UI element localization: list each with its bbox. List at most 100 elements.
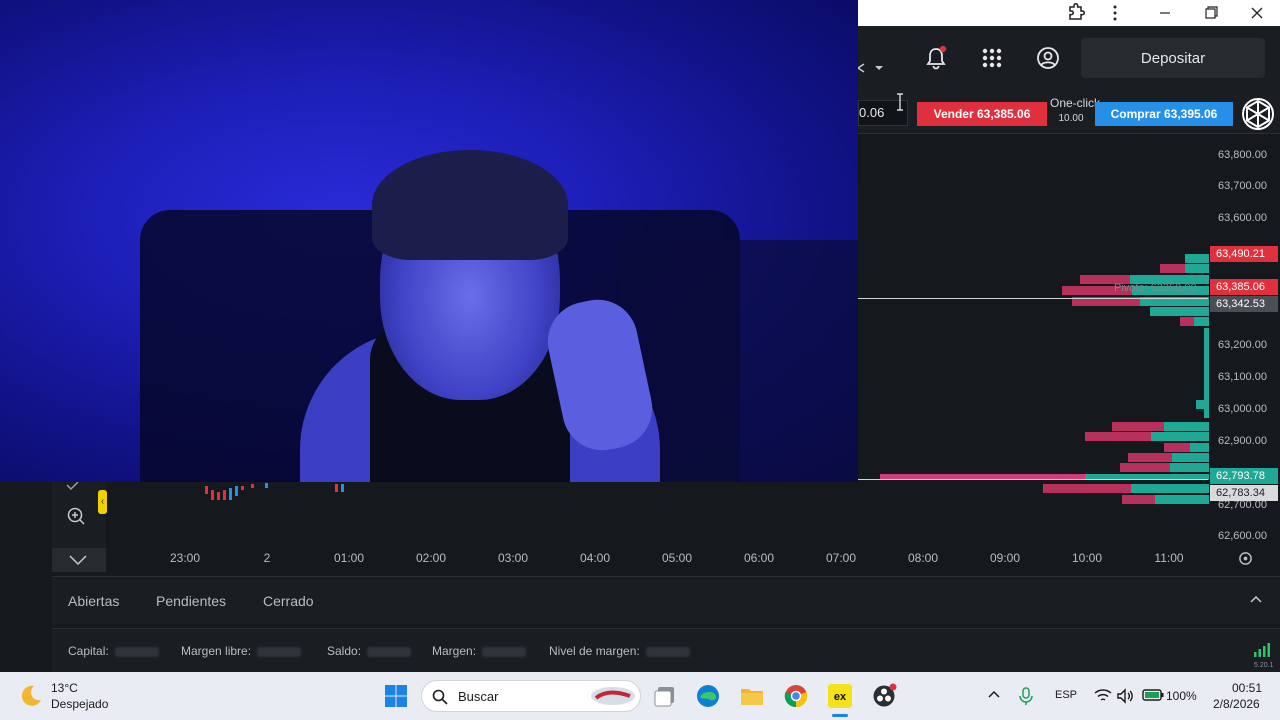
- close-icon[interactable]: [1246, 3, 1268, 23]
- account-icon[interactable]: [1034, 44, 1062, 72]
- volume-icon[interactable]: [1116, 688, 1134, 704]
- bell-icon[interactable]: [922, 44, 950, 72]
- volume-profile-bar: [1043, 484, 1131, 493]
- volume-profile-bar: [1160, 264, 1185, 273]
- tab-open[interactable]: Abiertas: [68, 593, 119, 609]
- show-hidden-icons-chevron[interactable]: [988, 690, 1000, 700]
- time-tick: 02:00: [415, 551, 447, 565]
- time-tick: 01:00: [333, 551, 365, 565]
- zoom-in-icon[interactable]: [66, 506, 86, 526]
- chrome-browser-icon[interactable]: [782, 682, 810, 710]
- price-tick: 62,600.00: [1218, 530, 1267, 542]
- volume-profile-bar: [1194, 317, 1209, 326]
- time-tick: 08:00: [907, 551, 939, 565]
- buy-button[interactable]: Comprar 63,395.06: [1095, 102, 1233, 126]
- exness-app-icon[interactable]: ex: [826, 682, 854, 710]
- collapse-toolbar-icon[interactable]: [52, 548, 106, 572]
- volume-profile-bar: [1155, 495, 1209, 504]
- blurred-value: [114, 646, 159, 657]
- wifi-icon[interactable]: [1094, 688, 1112, 704]
- candles-strip: [205, 483, 344, 500]
- brand-logo-icon: [1242, 98, 1274, 130]
- file-explorer-icon[interactable]: [738, 682, 766, 710]
- minimize-icon[interactable]: [1154, 3, 1176, 23]
- taskbar-search-input[interactable]: Buscar: [421, 680, 641, 712]
- price-tag-low: 62,783.34: [1210, 485, 1278, 501]
- blurred-value: [367, 646, 412, 657]
- price-tag-high: 63,490.21: [1210, 246, 1278, 262]
- text-cursor-icon: [897, 93, 903, 111]
- stat-free-margin: Margen libre:: [181, 644, 302, 658]
- price-tick: 63,200.00: [1218, 339, 1267, 351]
- volume-profile-bar: [1120, 463, 1170, 472]
- restore-icon[interactable]: [1200, 3, 1222, 23]
- chevron-up-icon[interactable]: [1250, 595, 1262, 605]
- checkmark-icon[interactable]: [66, 482, 80, 492]
- volume-profile-bar: [1190, 443, 1209, 452]
- tab-closed[interactable]: Cerrado: [263, 593, 314, 609]
- price-tick: 62,900.00: [1218, 435, 1267, 447]
- tab-pending[interactable]: Pendientes: [156, 593, 226, 609]
- volume-profile-bar: [1085, 432, 1151, 441]
- price-tick: 63,700.00: [1218, 180, 1267, 192]
- stat-margin: Margen:: [432, 644, 527, 658]
- volume-profile-bar: [1180, 317, 1194, 326]
- stat-balance: Saldo:: [327, 644, 412, 658]
- obs-studio-icon[interactable]: [870, 682, 898, 710]
- pivot-line: [858, 298, 1208, 299]
- browser-titlebar: [858, 0, 1280, 26]
- volume-profile-bar: [1131, 484, 1209, 493]
- webcam-person-hair: [372, 150, 568, 260]
- clock-date[interactable]: 2/8/2026: [1213, 697, 1260, 711]
- app-header: Depositar: [858, 26, 1280, 90]
- volume-profile-bar: [1185, 254, 1209, 263]
- webcam-overlay: [0, 0, 858, 482]
- kebab-menu-icon[interactable]: [1104, 3, 1126, 23]
- stat-free-margin-label: Margen libre:: [181, 644, 252, 658]
- edge-browser-icon[interactable]: [694, 682, 722, 710]
- time-tick: 07:00: [825, 551, 857, 565]
- extension-icon[interactable]: [1064, 3, 1086, 23]
- blurred-value: [482, 646, 527, 657]
- chart-settings-icon[interactable]: [1238, 551, 1253, 566]
- battery-icon[interactable]: [1142, 688, 1164, 702]
- volume-profile-bar: [1185, 264, 1209, 273]
- battery-percentage: 100%: [1166, 689, 1197, 703]
- price-tag-pivot: 63,342.53: [1210, 296, 1278, 312]
- microphone-icon[interactable]: [1016, 686, 1036, 706]
- price-axis[interactable]: 63,800.00 63,700.00 63,600.00 63,200.00 …: [1208, 134, 1280, 572]
- windows-taskbar: 13°C Despejado Buscar ex ESP 100% 00:51 …: [0, 672, 1280, 720]
- volume-profile-bar: [1164, 443, 1190, 452]
- time-tick: 10:00: [1071, 551, 1103, 565]
- chevron-down-icon[interactable]: [858, 62, 884, 74]
- volume-profile-bar: [1122, 495, 1155, 504]
- one-click-value: 10.00: [1058, 113, 1084, 124]
- price-tick: 63,800.00: [1218, 149, 1267, 161]
- chart-scroll-handle[interactable]: ‹: [98, 490, 107, 514]
- stat-capital-label: Capital:: [68, 644, 109, 658]
- price-tag-sell: 63,385.06: [1210, 279, 1278, 295]
- task-view-icon[interactable]: [652, 682, 680, 710]
- search-highlight-icon: [591, 687, 635, 705]
- time-tick: 05:00: [661, 551, 693, 565]
- svg-text:ex: ex: [834, 691, 847, 703]
- deposit-button[interactable]: Depositar: [1081, 38, 1265, 78]
- price-tick: 63,600.00: [1218, 212, 1267, 224]
- weather-temperature[interactable]: 13°C: [51, 681, 78, 695]
- price-tag-current: 62,793.78: [1210, 468, 1278, 484]
- blurred-value: [257, 646, 302, 657]
- language-indicator[interactable]: ESP: [1055, 689, 1077, 701]
- clock-time[interactable]: 00:51: [1232, 681, 1262, 695]
- weather-description: Despejado: [51, 697, 109, 711]
- time-tick: 2: [263, 551, 271, 565]
- order-bar: 0.06 Vender 63,385.06 One-click 10.00 Co…: [858, 90, 1280, 134]
- volume-profile-bar: [1172, 453, 1209, 462]
- stat-balance-label: Saldo:: [327, 644, 362, 658]
- time-tick: 06:00: [743, 551, 775, 565]
- windows-start-icon[interactable]: [382, 682, 410, 710]
- apps-grid-icon[interactable]: [978, 44, 1006, 72]
- search-placeholder: Buscar: [458, 689, 499, 704]
- time-tick: 04:00: [579, 551, 611, 565]
- sell-button[interactable]: Vender 63,385.06: [917, 102, 1047, 126]
- volume-profile-bar: [1164, 422, 1209, 431]
